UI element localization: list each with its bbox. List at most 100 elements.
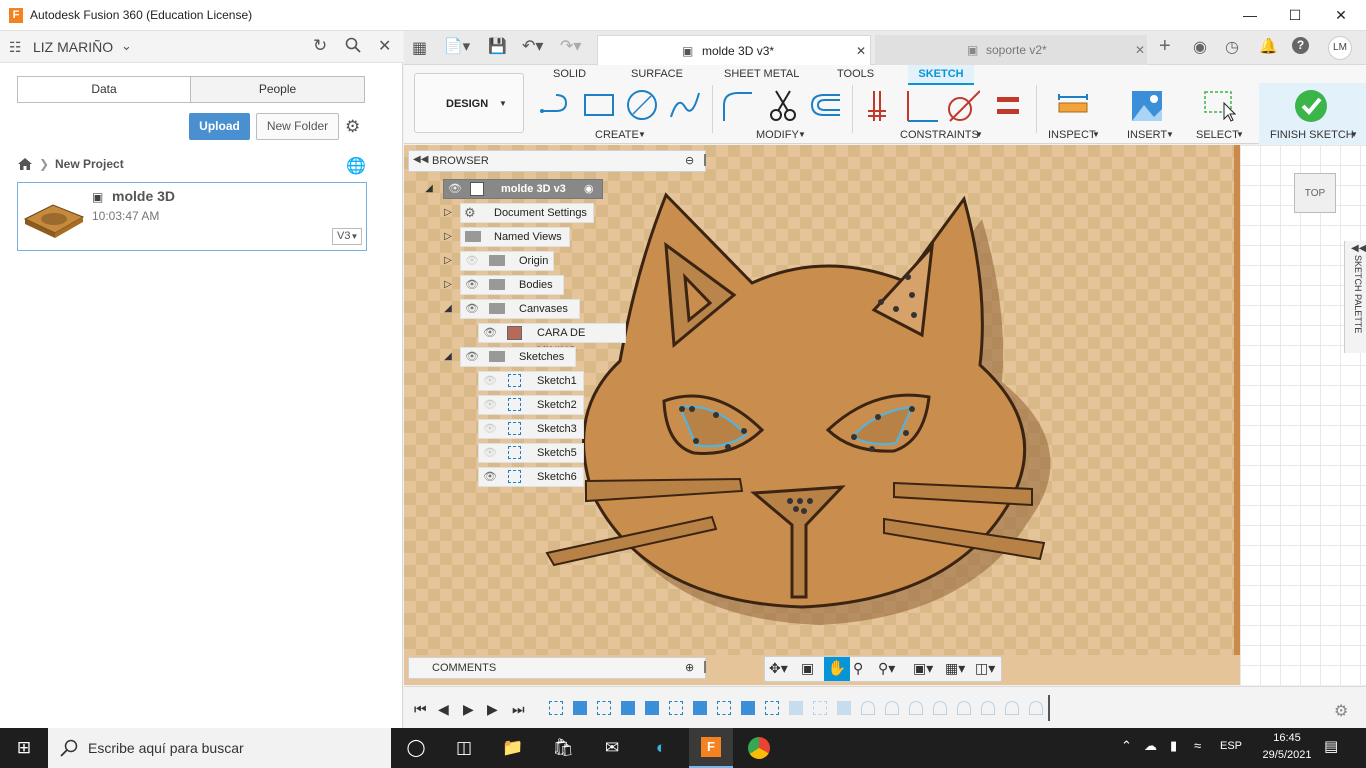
pan-icon[interactable]: ✋ xyxy=(824,657,850,681)
data-tab[interactable]: Data xyxy=(17,76,191,103)
timeline-extrude-icon[interactable] xyxy=(741,701,755,715)
timeline-fillet-icon[interactable] xyxy=(957,701,971,715)
grid-settings-icon[interactable]: ▦▾ xyxy=(945,660,965,677)
chevron-down-icon[interactable]: ⌄ xyxy=(121,38,132,54)
timeline-marker[interactable] xyxy=(1048,695,1050,721)
eye-hidden-icon[interactable]: 👁 xyxy=(465,252,479,270)
wifi-icon[interactable]: ≈ xyxy=(1194,738,1201,753)
collapsed-triangle-icon[interactable]: ▷ xyxy=(443,230,453,244)
equal-constraint-icon[interactable] xyxy=(991,89,1025,123)
step-back-icon[interactable]: ◀ xyxy=(438,701,449,718)
browser-node-sketch6[interactable]: 👁 Sketch6 xyxy=(478,467,584,487)
tab-molde-3d[interactable]: ▣ molde 3D v3* ✕ xyxy=(597,35,871,65)
eye-icon[interactable]: 👁 xyxy=(465,348,479,366)
constraints-menu[interactable]: CONSTRAINTS xyxy=(900,129,979,141)
finish-sketch-icon[interactable] xyxy=(1295,90,1327,122)
close-tab-icon[interactable]: ✕ xyxy=(1135,35,1145,65)
insert-image-icon[interactable] xyxy=(1130,89,1164,123)
timeline-settings-icon[interactable]: ⚙ xyxy=(1334,701,1348,721)
edge-icon[interactable]: ◐ xyxy=(641,734,681,762)
expanded-triangle-icon[interactable]: ◢ xyxy=(443,350,453,364)
file-explorer-icon[interactable]: 📁 xyxy=(493,734,533,762)
file-card[interactable]: ▣ molde 3D 10:03:47 AM V3▼ xyxy=(17,182,367,251)
grid-menu-icon[interactable]: ▦ xyxy=(412,38,427,58)
eye-hidden-icon[interactable]: 👁 xyxy=(483,372,497,390)
tab-tools[interactable]: TOOLS xyxy=(837,68,874,80)
windows-start-icon[interactable]: ⊞ xyxy=(4,734,44,762)
expanded-triangle-icon[interactable]: ◢ xyxy=(443,302,453,316)
zoom-icon[interactable]: ⚲ xyxy=(853,660,863,677)
eye-icon[interactable]: 👁 xyxy=(483,468,497,486)
search-icon[interactable] xyxy=(345,37,361,56)
team-icon[interactable]: ☷ xyxy=(9,39,22,56)
tab-sheet-metal[interactable]: SHEET METAL xyxy=(724,68,799,80)
timeline-fillet-icon[interactable] xyxy=(1029,701,1043,715)
minus-icon[interactable]: ⊖ xyxy=(685,154,694,167)
trim-tool-icon[interactable] xyxy=(766,89,800,123)
eye-icon[interactable]: 👁 xyxy=(465,300,479,318)
circle-tool-icon[interactable] xyxy=(625,89,659,123)
version-dropdown[interactable]: V3▼ xyxy=(332,228,362,245)
clock-date[interactable]: 29/5/2021 xyxy=(1257,749,1317,761)
minimize-button[interactable]: — xyxy=(1240,6,1260,24)
insert-menu[interactable]: INSERT xyxy=(1127,129,1167,141)
select-menu[interactable]: SELECT xyxy=(1196,129,1239,141)
play-icon[interactable]: ▶ xyxy=(463,701,474,718)
notification-icon[interactable]: 🔔 xyxy=(1259,37,1278,55)
language-indicator[interactable]: ESP xyxy=(1220,740,1242,752)
line-tool-icon[interactable] xyxy=(538,89,572,123)
timeline-extrude-icon[interactable] xyxy=(693,701,707,715)
timeline-sketch-icon[interactable] xyxy=(549,701,563,715)
create-menu[interactable]: CREATE xyxy=(595,129,639,141)
viewports-icon[interactable]: ◫▾ xyxy=(975,660,995,677)
eye-hidden-icon[interactable]: 👁 xyxy=(483,396,497,414)
clock-time[interactable]: 16:45 xyxy=(1267,732,1307,744)
timeline-extrude-icon[interactable] xyxy=(645,701,659,715)
browser-root-node[interactable]: 👁 molde 3D v3 ◉ xyxy=(443,179,603,199)
sketch-palette-tab[interactable]: ◀◀ SKETCH PALETTE xyxy=(1344,241,1366,353)
activate-radio-icon[interactable]: ◉ xyxy=(584,180,594,198)
refresh-icon[interactable]: ↻ xyxy=(313,36,327,56)
browser-node-sketches[interactable]: 👁 Sketches xyxy=(460,347,576,367)
eye-icon[interactable]: 👁 xyxy=(448,180,462,198)
rectangle-tool-icon[interactable] xyxy=(582,89,616,123)
breadcrumb-project[interactable]: New Project xyxy=(55,157,124,171)
skip-end-icon[interactable]: ⏭ xyxy=(512,701,525,718)
offset-tool-icon[interactable] xyxy=(808,89,842,123)
gear-icon[interactable]: ⚙ xyxy=(345,117,360,137)
redo-icon[interactable]: ↷▾ xyxy=(560,36,581,56)
user-name[interactable]: LIZ MARIÑO xyxy=(33,39,113,55)
timeline-fillet-icon[interactable] xyxy=(1005,701,1019,715)
chrome-icon[interactable] xyxy=(748,737,770,759)
tab-soporte[interactable]: ▣ soporte v2* ✕ xyxy=(875,35,1147,65)
eye-icon[interactable]: 👁 xyxy=(465,276,479,294)
add-comment-icon[interactable]: ⊕ xyxy=(685,661,694,674)
timeline-fillet-icon[interactable] xyxy=(909,701,923,715)
cortana-icon[interactable]: ◯ xyxy=(396,734,436,762)
fit-icon[interactable]: ⚲▾ xyxy=(878,660,895,677)
user-avatar[interactable]: LM xyxy=(1328,36,1352,60)
expanded-triangle-icon[interactable]: ◢ xyxy=(424,182,434,196)
timeline-suppressed-icon[interactable] xyxy=(813,701,827,715)
orbit-icon[interactable]: ✥▾ xyxy=(769,660,788,677)
chevron-up-icon[interactable]: ⌃ xyxy=(1121,738,1132,754)
timeline-fillet-icon[interactable] xyxy=(861,701,875,715)
browser-node-sketch2[interactable]: 👁 Sketch2 xyxy=(478,395,584,415)
upload-button[interactable]: Upload xyxy=(189,113,250,140)
file-name[interactable]: molde 3D xyxy=(112,188,175,204)
browser-node-named-views[interactable]: Named Views xyxy=(460,227,570,247)
home-icon[interactable] xyxy=(17,157,33,174)
tangent-constraint-icon[interactable] xyxy=(946,89,981,123)
timeline-fillet-icon[interactable] xyxy=(885,701,899,715)
perpendicular-constraint-icon[interactable] xyxy=(904,89,938,123)
eye-icon[interactable]: 👁 xyxy=(483,324,497,342)
timeline-sketch-icon[interactable] xyxy=(717,701,731,715)
collapse-icon[interactable]: ◀◀ xyxy=(1351,243,1366,254)
viewcube[interactable]: TOP xyxy=(1294,173,1336,213)
modify-menu[interactable]: MODIFY xyxy=(756,129,799,141)
browser-node-bodies[interactable]: 👁 Bodies xyxy=(460,275,564,295)
tab-surface[interactable]: SURFACE xyxy=(631,68,683,80)
timeline-fillet-icon[interactable] xyxy=(933,701,947,715)
fusion-taskbar-button[interactable]: F xyxy=(689,728,733,768)
browser-node-cara-de-minino[interactable]: 👁 CARA DE MININO xyxy=(478,323,626,357)
